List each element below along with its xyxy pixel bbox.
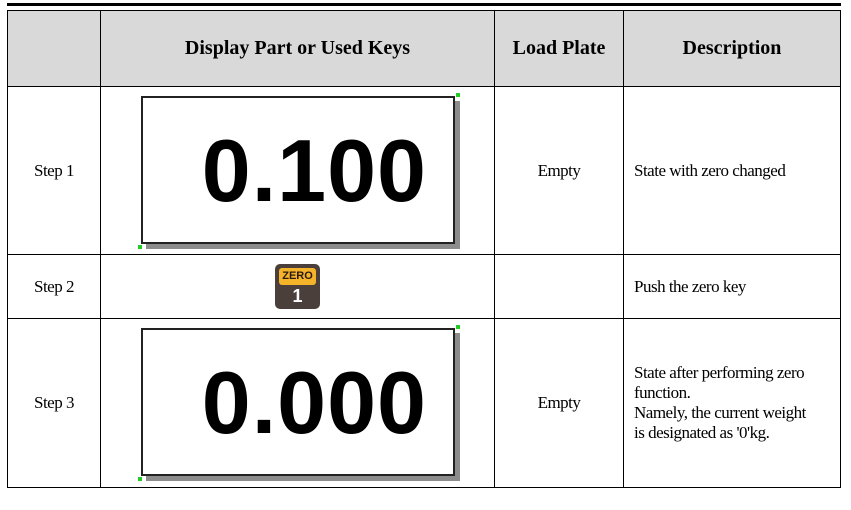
step-label: Step 2 [7,254,101,319]
step-label: Step 1 [7,86,101,255]
load-plate-state: Empty [494,86,624,255]
description-line: Push the zero key [634,276,746,296]
display-value: 0.100 [201,121,427,220]
description-line: function. [634,383,691,402]
table-row: Step 2 ZERO 1 Push the zero key [7,254,841,319]
header-description: Description [623,10,841,87]
table-header-row: Display Part or Used Keys Load Plate Des… [7,10,841,87]
header-step [7,10,101,87]
display-corner-marker [138,245,142,249]
display-cell: 0.100 [100,86,495,255]
table-row: Step 3 0.000 Empty State after performin… [7,318,841,488]
header-load-plate: Load Plate [494,10,624,87]
zero-key-icon[interactable]: ZERO 1 [275,264,320,309]
description-line: State after performing zero [634,363,805,382]
description-line: is designated as '0'kg. [634,423,770,442]
display-corner-marker [456,325,460,329]
description-cell: State with zero changed [623,86,841,255]
display-corner-marker [138,477,142,481]
procedure-table: Display Part or Used Keys Load Plate Des… [7,10,841,488]
step-label: Step 3 [7,318,101,488]
table-row: Step 1 0.100 Empty State with zero chang… [7,86,841,255]
top-rule [7,3,841,6]
weight-display: 0.100 [138,93,460,249]
description-cell: Push the zero key [623,254,841,319]
description-line: State with zero changed [634,160,786,180]
header-display-part: Display Part or Used Keys [100,10,495,87]
zero-key-number: 1 [292,286,303,306]
weight-display: 0.000 [138,325,460,481]
display-cell: 0.000 [100,318,495,488]
key-cell: ZERO 1 [100,254,495,319]
description-line: Namely, the current weight [634,403,806,422]
procedure-table-frame: Display Part or Used Keys Load Plate Des… [7,3,841,506]
description-cell: State after performing zero function. Na… [623,318,841,488]
display-corner-marker [456,93,460,97]
load-plate-state [494,254,624,319]
display-value: 0.000 [201,353,427,452]
zero-key-label: ZERO [279,268,316,285]
load-plate-state: Empty [494,318,624,488]
